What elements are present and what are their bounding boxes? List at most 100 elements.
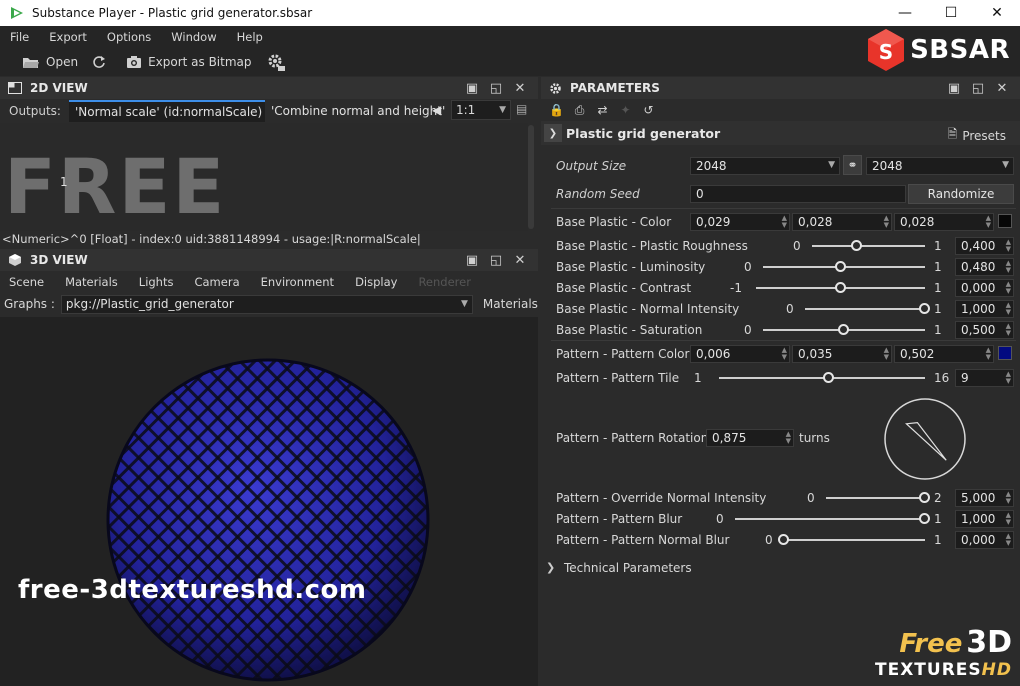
random-seed-row: Random Seed 0 Randomize [541,183,1020,204]
maximize-panel-icon[interactable]: ◱ [484,81,508,96]
graph-name: Plastic grid generator [566,125,721,141]
view-options-icon[interactable]: ▤ [516,102,527,116]
maximize-panel-icon[interactable]: ◱ [966,81,990,96]
close-panel-icon[interactable]: ✕ [508,253,532,268]
reset-icon[interactable]: ↺ [637,103,660,117]
base-slider-input[interactable]: 1,000 ▲ ▼ [955,299,1014,318]
presets-button[interactable]: 🗎 Presets [948,125,1006,146]
link-icon[interactable]: ⚭ [843,155,862,175]
pattern-slider-knob[interactable] [778,534,789,545]
settings-button[interactable] [266,52,292,72]
menu-export[interactable]: Export [49,30,87,44]
dock-icon[interactable]: ▣ [942,81,966,96]
watermark-hd: HD [981,660,1012,680]
pattern-slider-input[interactable]: 1,000 ▲ ▼ [955,509,1014,528]
menu-display[interactable]: Display [355,275,397,289]
base-slider-input[interactable]: 0,000 ▲ ▼ [955,278,1014,297]
chevron-down-icon: ▼ [499,105,506,115]
pattern-slider-track[interactable] [784,539,925,541]
pattern-slider-knob[interactable] [919,513,930,524]
maximize-panel-icon[interactable]: ◱ [484,253,508,268]
base-color-g-input[interactable]: 0,028 ▲ ▼ [792,212,892,231]
base-slider-min: -1 [730,280,742,295]
menu-help[interactable]: Help [237,30,263,44]
base-slider-input[interactable]: 0,400 ▲ ▼ [955,236,1014,255]
base-color-b-input[interactable]: 0,028 ▲ ▼ [894,212,994,231]
cube-icon [9,254,21,266]
export-bitmap-button[interactable]: Export as Bitmap [126,55,252,69]
graph-header[interactable]: ❯ Plastic grid generator 🗎 Presets [541,121,1020,145]
minimize-button[interactable]: — [882,0,928,26]
zoom-select[interactable]: 1:1 ▼ [451,100,511,120]
technical-parameters-row[interactable]: ❯ Technical Parameters [541,557,1020,578]
swap-icon[interactable]: ⇄ [591,103,614,117]
base-slider-knob[interactable] [851,240,863,251]
materials-button[interactable]: Materials [483,297,538,311]
pattern-rotation-input[interactable]: 0,875 ▲ ▼ [706,428,794,447]
pattern-tile-input[interactable]: 9 ▲ ▼ [955,368,1014,387]
base-slider-knob[interactable] [834,282,846,293]
menu-materials[interactable]: Materials [65,275,118,289]
chevron-down-icon[interactable]: ❯ [544,124,562,142]
output-size-width-select[interactable]: 2048 ▼ [690,156,840,175]
pattern-color-r-input[interactable]: 0,006 ▲ ▼ [690,344,790,363]
view-3d-viewport[interactable] [0,317,538,686]
view-2d-icon [8,82,22,94]
close-button[interactable]: ✕ [974,0,1020,26]
base-slider-input[interactable]: 0,500 ▲ ▼ [955,320,1014,339]
dock-icon[interactable]: ▣ [460,253,484,268]
print-icon[interactable]: ⎙ [568,103,591,118]
menu-file[interactable]: File [10,30,29,44]
pattern-slider-track[interactable] [826,497,925,499]
base-slider-input[interactable]: 0,480 ▲ ▼ [955,257,1014,276]
random-seed-input[interactable]: 0 [690,184,906,203]
open-button[interactable]: Open [22,55,78,69]
view-2d-canvas[interactable]: FREE 1 [0,123,528,231]
menu-options[interactable]: Options [107,30,151,44]
chevron-right-icon[interactable]: ❯ [546,561,555,574]
base-color-swatch[interactable] [998,214,1012,228]
tab-combine-normal-height[interactable]: 'Combine normal and height' (i [265,100,445,122]
pattern-color-b-input[interactable]: 0,502 ▲ ▼ [894,344,994,363]
lock-icon[interactable]: 🔒 [545,103,568,117]
pattern-color-g-input[interactable]: 0,035 ▲ ▼ [792,344,892,363]
pattern-slider-track[interactable] [735,518,925,520]
site-watermark: free-3dtextureshd.com [18,575,367,605]
base-slider-knob[interactable] [834,261,846,272]
base-slider-knob[interactable] [919,303,930,314]
base-slider-min: 0 [786,301,794,316]
view-2d-scrollbar[interactable] [528,125,534,229]
rotation-dial[interactable] [883,397,967,481]
output-size-height-select[interactable]: 2048 ▼ [866,156,1014,175]
close-panel-icon[interactable]: ✕ [990,81,1014,96]
tab-scroll-arrow-icon[interactable]: ◀ [432,103,441,117]
pattern-tile-knob[interactable] [822,372,834,383]
pattern-slider-input[interactable]: 5,000 ▲ ▼ [955,488,1014,507]
dock-icon[interactable]: ▣ [460,81,484,96]
pattern-color-swatch[interactable] [998,346,1012,360]
refresh-button[interactable] [92,55,112,69]
menu-renderer[interactable]: Renderer [418,275,471,289]
base-slider-track[interactable] [805,308,925,310]
menu-scene[interactable]: Scene [9,275,44,289]
divider [551,208,1016,209]
app-icon [11,7,23,19]
menu-lights[interactable]: Lights [139,275,174,289]
menu-camera[interactable]: Camera [194,275,239,289]
base-slider-max: 1 [934,322,942,337]
base-slider-track[interactable] [812,245,925,247]
pin-icon[interactable]: ✦ [614,103,637,117]
maximize-button[interactable]: ☐ [928,0,974,26]
menu-environment[interactable]: Environment [261,275,334,289]
menu-window[interactable]: Window [171,30,216,44]
randomize-button[interactable]: Randomize [908,183,1014,204]
tab-normal-scale[interactable]: 'Normal scale' (id:normalScale) [68,100,265,122]
base-slider-knob[interactable] [838,324,849,335]
pattern-tile-min: 1 [694,370,702,385]
graph-select[interactable]: pkg://Plastic_grid_generator ▼ [60,294,473,314]
pattern-slider-knob[interactable] [919,492,930,503]
base-slider-row: Base Plastic - Contrast -1 1 0,000 ▲ ▼ [541,277,1020,298]
pattern-slider-input[interactable]: 0,000 ▲ ▼ [955,530,1014,549]
close-panel-icon[interactable]: ✕ [508,81,532,96]
base-color-r-input[interactable]: 0,029 ▲ ▼ [690,212,790,231]
